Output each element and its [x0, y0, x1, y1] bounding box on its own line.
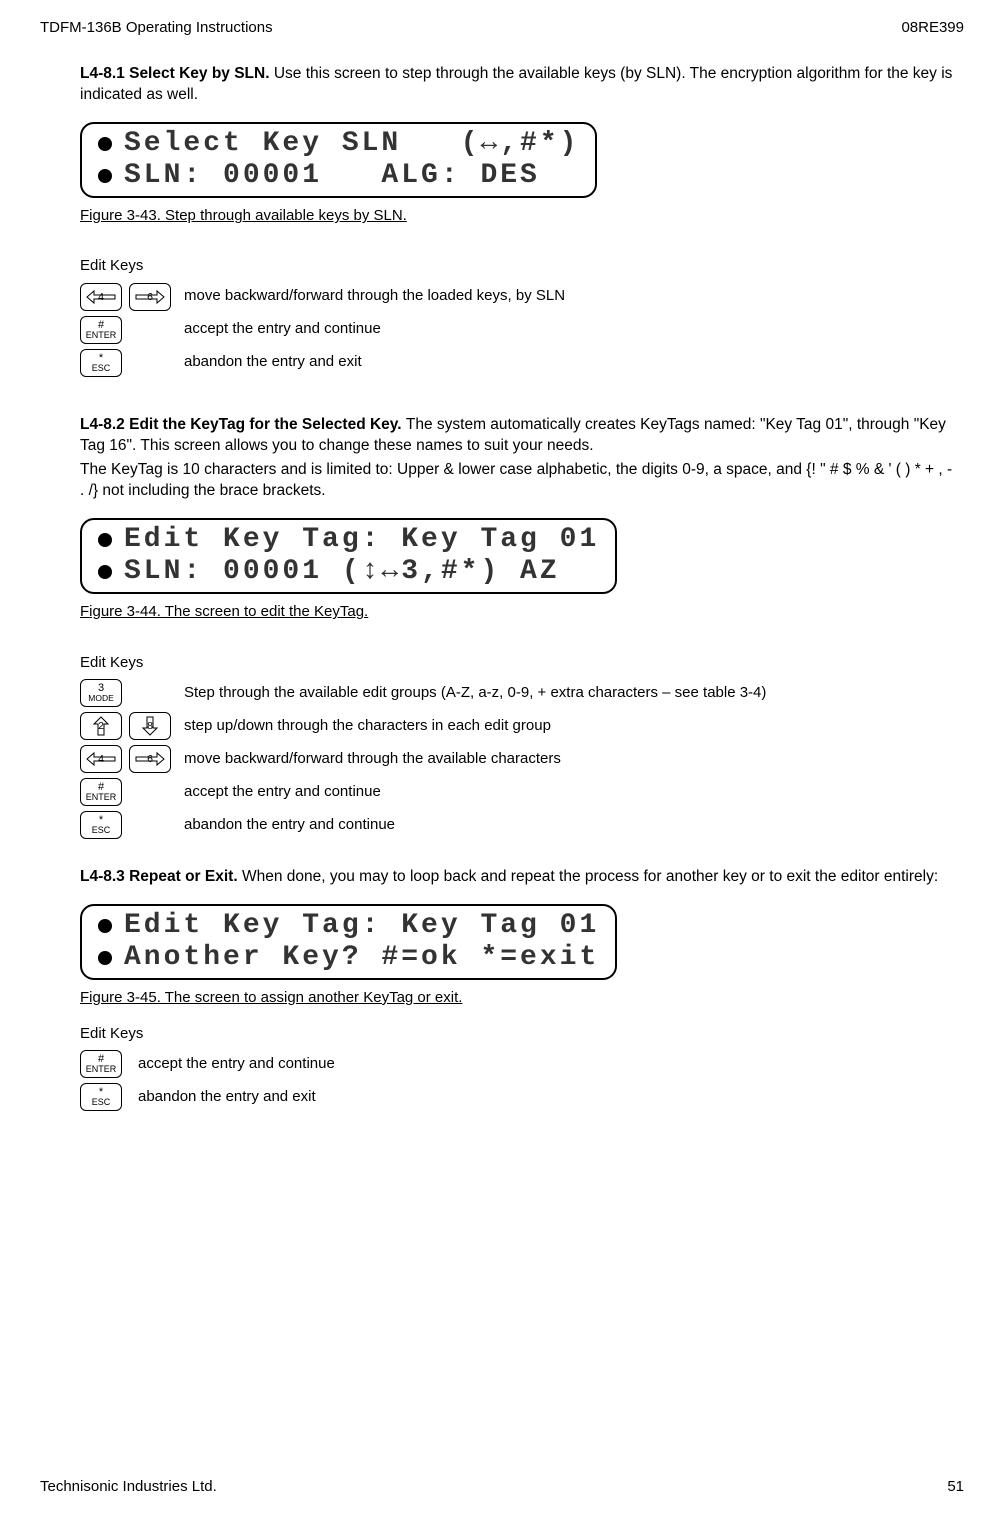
- section-8-1-title: L4-8.1 Select Key by SLN.: [80, 65, 274, 82]
- key-label: 6: [147, 752, 153, 766]
- section-8-2-title: L4-8.2 Edit the KeyTag for the Selected …: [80, 416, 406, 433]
- section-8-1: L4-8.1 Select Key by SLN. Use this scree…: [80, 64, 954, 106]
- key-3-mode: 3 MODE: [80, 679, 122, 707]
- key-esc: * ESC: [80, 1083, 122, 1111]
- key-enter: # ENTER: [80, 316, 122, 344]
- key-desc: accept the entry and continue: [138, 1054, 335, 1074]
- section-8-2: L4-8.2 Edit the KeyTag for the Selected …: [80, 415, 954, 457]
- header: TDFM-136B Operating Instructions 08RE399: [40, 18, 964, 38]
- key-label-top: #: [98, 320, 104, 331]
- key-label-bot: ENTER: [86, 793, 117, 802]
- bullet-icon: [98, 919, 112, 933]
- key-8-down: 8: [129, 712, 171, 740]
- bullet-icon: [98, 169, 112, 183]
- header-left: TDFM-136B Operating Instructions: [40, 18, 273, 38]
- key-label-bot: ENTER: [86, 331, 117, 340]
- key-label: 8: [147, 719, 153, 733]
- footer-left: Technisonic Industries Ltd.: [40, 1477, 217, 1497]
- key-esc: * ESC: [80, 349, 122, 377]
- lcd-fig-3-44: Edit Key Tag: Key Tag 01 SLN: 00001 (↕↔3…: [80, 518, 617, 594]
- key-enter: # ENTER: [80, 1050, 122, 1078]
- key-4-left: 4: [80, 745, 122, 773]
- key-label-bot: ENTER: [86, 1065, 117, 1074]
- section-8-2-text2: The KeyTag is 10 characters and is limit…: [80, 460, 954, 502]
- bullet-icon: [98, 565, 112, 579]
- bullet-icon: [98, 137, 112, 151]
- section-8-3-text: When done, you may to loop back and repe…: [242, 868, 938, 885]
- key-esc: * ESC: [80, 811, 122, 839]
- lcd-line-2: SLN: 00001 (↕↔3,#*) AZ: [124, 553, 560, 591]
- key-desc: step up/down through the characters in e…: [184, 716, 551, 736]
- footer-right: 51: [947, 1477, 964, 1497]
- key-desc: move backward/forward through the availa…: [184, 749, 561, 769]
- figure-caption-3-43: Figure 3-43. Step through available keys…: [80, 206, 954, 226]
- key-label: 4: [98, 752, 104, 766]
- key-label-bot: ESC: [92, 364, 111, 373]
- key-enter: # ENTER: [80, 778, 122, 806]
- figure-caption-3-44: Figure 3-44. The screen to edit the KeyT…: [80, 602, 954, 622]
- key-desc: abandon the entry and exit: [138, 1087, 316, 1107]
- figure-caption-3-45: Figure 3-45. The screen to assign anothe…: [80, 988, 954, 1008]
- key-6-right: 6: [129, 745, 171, 773]
- lcd-fig-3-45: Edit Key Tag: Key Tag 01 Another Key? #=…: [80, 904, 617, 980]
- key-desc: accept the entry and continue: [184, 319, 381, 339]
- lcd-line-2: SLN: 00001 ALG: DES: [124, 157, 540, 195]
- key-desc: move backward/forward through the loaded…: [184, 286, 565, 306]
- footer: Technisonic Industries Ltd. 51: [40, 1477, 964, 1497]
- key-label: 2: [98, 719, 104, 733]
- lcd-fig-3-43: Select Key SLN (↔,#*) SLN: 00001 ALG: DE…: [80, 122, 597, 198]
- bullet-icon: [98, 533, 112, 547]
- key-6-right: 6: [129, 283, 171, 311]
- edit-keys-heading: Edit Keys: [80, 653, 954, 673]
- lcd-line-2: Another Key? #=ok *=exit: [124, 939, 599, 977]
- section-8-3: L4-8.3 Repeat or Exit. When done, you ma…: [80, 867, 954, 888]
- key-desc: accept the entry and continue: [184, 782, 381, 802]
- bullet-icon: [98, 951, 112, 965]
- edit-keys-heading: Edit Keys: [80, 256, 954, 276]
- key-desc: abandon the entry and continue: [184, 815, 395, 835]
- header-right: 08RE399: [901, 18, 964, 38]
- key-label-bot: ESC: [92, 826, 111, 835]
- key-label-top: *: [99, 353, 103, 364]
- key-label: 6: [147, 290, 153, 304]
- edit-keys-heading: Edit Keys: [80, 1024, 954, 1044]
- key-desc: abandon the entry and exit: [184, 352, 362, 372]
- key-label-bot: ESC: [92, 1098, 111, 1107]
- section-8-3-title: L4-8.3 Repeat or Exit.: [80, 868, 242, 885]
- key-label: 4: [98, 290, 104, 304]
- key-4-left: 4: [80, 283, 122, 311]
- key-label-bot: MODE: [88, 694, 114, 703]
- key-desc: Step through the available edit groups (…: [184, 683, 766, 703]
- key-2-up: 2: [80, 712, 122, 740]
